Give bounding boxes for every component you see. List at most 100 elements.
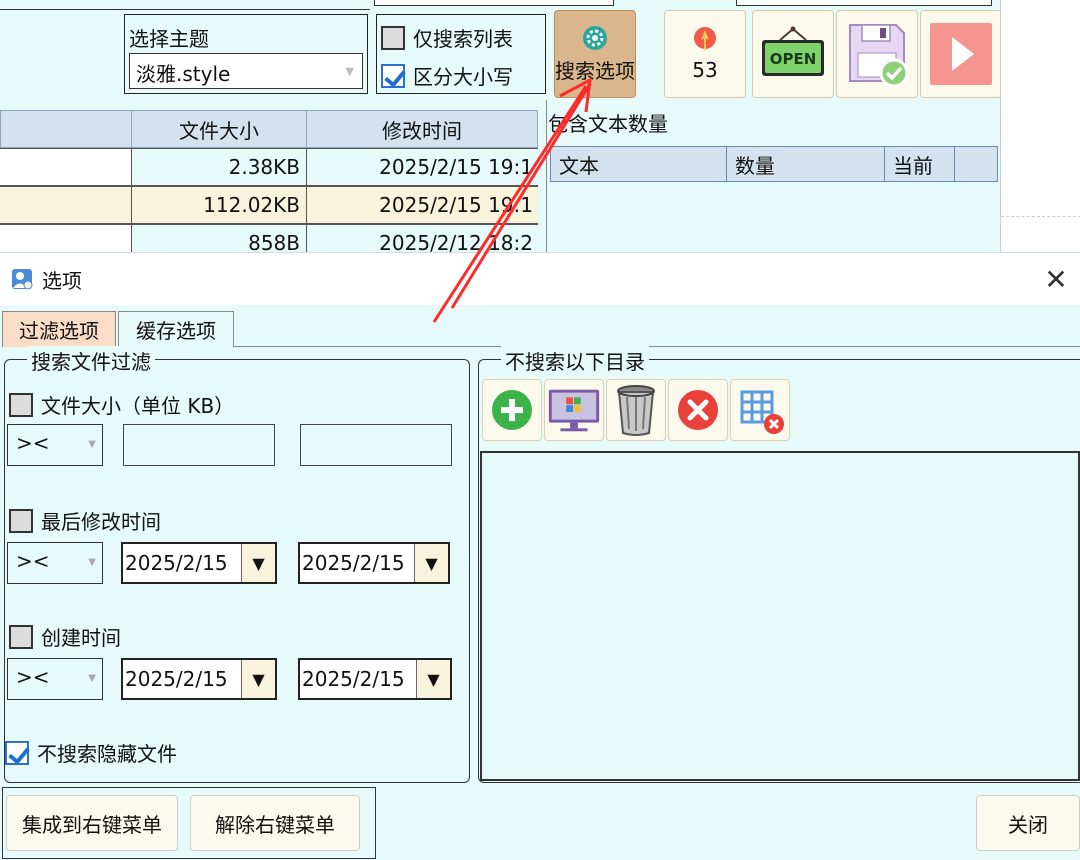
add-icon <box>492 390 532 430</box>
table-cell-size: 112.02KB <box>131 186 307 224</box>
search-options-button[interactable]: 搜索选项 <box>554 10 636 98</box>
file-table: 文件大小 修改时间 2.38KB 2025/2/15 19:1 112.02KB… <box>0 110 538 255</box>
list-only-label: 仅搜索列表 <box>413 27 513 51</box>
skip-hidden-option[interactable]: 不搜索隐藏文件 <box>5 738 177 767</box>
delete-dir-button[interactable] <box>668 379 728 441</box>
modified-to-value: 2025/2/15 <box>302 551 405 575</box>
calendar-dropdown-icon[interactable]: ▼ <box>416 660 450 698</box>
file-size-option[interactable]: 文件大小（单位 KB） <box>9 390 234 419</box>
modified-operator-select[interactable]: >< ▼ <box>7 542 103 584</box>
table-cell-mtime: 2025/2/15 19:1 <box>306 148 538 186</box>
created-time-label: 创建时间 <box>41 626 121 650</box>
modified-time-label: 最后修改时间 <box>41 510 161 534</box>
count-panel-title: 包含文本数量 <box>548 112 668 136</box>
created-to-value: 2025/2/15 <box>302 667 405 691</box>
case-sensitive-option[interactable]: 区分大小写 <box>381 61 513 90</box>
file-size-checkbox[interactable] <box>9 392 33 417</box>
table-header-mtime[interactable]: 修改时间 <box>306 110 538 148</box>
search-flags-group: 仅搜索列表 区分大小写 <box>376 14 546 94</box>
chevron-down-icon: ▼ <box>88 557 96 568</box>
table-cell-size: 858B <box>131 224 307 255</box>
top-input <box>374 0 614 6</box>
add-dir-button[interactable] <box>482 379 542 441</box>
search-options-label: 搜索选项 <box>555 58 635 83</box>
case-sensitive-checkbox[interactable] <box>381 63 405 88</box>
clear-table-icon <box>740 390 784 434</box>
dialog-title: 选项 <box>42 268 82 293</box>
calendar-dropdown-icon[interactable]: ▼ <box>241 660 275 698</box>
exclude-dirs-legend: 不搜索以下目录 <box>501 346 649 375</box>
created-time-checkbox[interactable] <box>9 624 33 649</box>
run-button[interactable] <box>920 10 1002 98</box>
list-only-checkbox[interactable] <box>381 25 405 50</box>
skip-hidden-label: 不搜索隐藏文件 <box>37 742 177 766</box>
table-header-size[interactable]: 文件大小 <box>131 110 307 148</box>
tab-divider <box>234 346 1080 347</box>
divider <box>1001 216 1080 217</box>
dialog-titlebar[interactable]: 选项 ✕ <box>0 253 1080 305</box>
file-size-operator-select[interactable]: >< ▼ <box>7 424 103 466</box>
count-value: 53 <box>692 58 718 82</box>
table-cell-size: 2.38KB <box>131 148 307 186</box>
file-size-max-input[interactable] <box>300 424 452 466</box>
theme-group: 选择主题 淡雅.style ▼ <box>124 14 368 94</box>
modified-to-date[interactable]: 2025/2/15 ▼ <box>298 542 450 584</box>
file-size-label: 文件大小（单位 KB） <box>41 394 235 418</box>
modified-time-option[interactable]: 最后修改时间 <box>9 506 161 535</box>
options-dialog: 选项 ✕ 过滤选项 缓存选项 搜索文件过滤 文件大小（单位 KB） >< ▼ 最… <box>0 252 1080 860</box>
table-row[interactable] <box>0 224 132 255</box>
list-only-option[interactable]: 仅搜索列表 <box>381 23 513 52</box>
count-header-text[interactable]: 文本 <box>550 146 728 182</box>
file-size-operator: >< <box>16 431 50 455</box>
theme-value: 淡雅.style <box>136 62 231 86</box>
excluded-dirs-list[interactable] <box>480 451 1080 781</box>
recycle-bin-button[interactable] <box>606 379 666 441</box>
created-operator: >< <box>16 665 50 689</box>
modified-time-checkbox[interactable] <box>9 508 33 533</box>
table-row[interactable] <box>0 148 132 186</box>
count-header-count[interactable]: 数量 <box>726 146 886 182</box>
close-icon[interactable]: ✕ <box>1038 261 1074 297</box>
open-button[interactable]: OPEN <box>752 10 834 98</box>
table-row[interactable] <box>0 186 132 224</box>
monitor-icon <box>548 389 600 432</box>
system-dirs-button[interactable] <box>544 379 604 441</box>
theme-label: 选择主题 <box>129 27 209 51</box>
created-to-date[interactable]: 2025/2/15 ▼ <box>298 658 452 700</box>
close-button[interactable]: 关闭 <box>976 795 1080 851</box>
case-sensitive-label: 区分大小写 <box>413 65 513 89</box>
floppy-disk-icon <box>849 24 909 88</box>
file-filter-group: 搜索文件过滤 文件大小（单位 KB） >< ▼ 最后修改时间 >< ▼ 2025… <box>4 346 470 783</box>
table-header-name[interactable] <box>0 110 132 148</box>
file-size-min-input[interactable] <box>123 424 275 466</box>
desktop-area <box>1000 0 1080 255</box>
tab-cache-options[interactable]: 缓存选项 <box>118 311 234 347</box>
count-button[interactable]: 53 <box>664 10 746 98</box>
count-header-current[interactable]: 当前 <box>884 146 956 182</box>
calendar-dropdown-icon[interactable]: ▼ <box>414 544 448 582</box>
remove-context-menu-button[interactable]: 解除右键菜单 <box>190 795 360 851</box>
file-filter-legend: 搜索文件过滤 <box>27 346 155 375</box>
open-sign-icon: OPEN <box>762 26 824 76</box>
top-input-2 <box>736 0 992 6</box>
created-from-date[interactable]: 2025/2/15 ▼ <box>121 658 277 700</box>
delete-icon <box>678 390 718 430</box>
theme-select[interactable]: 淡雅.style ▼ <box>129 53 363 89</box>
save-button[interactable] <box>836 10 918 98</box>
clear-list-button[interactable] <box>730 379 790 441</box>
created-time-option[interactable]: 创建时间 <box>9 622 121 651</box>
count-header-extra[interactable] <box>954 146 998 182</box>
modified-from-value: 2025/2/15 <box>125 551 228 575</box>
chevron-down-icon: ▼ <box>88 673 96 684</box>
play-icon <box>930 23 992 85</box>
integrate-context-menu-button[interactable]: 集成到右键菜单 <box>6 795 178 851</box>
tab-filter-options[interactable]: 过滤选项 <box>2 311 116 347</box>
gear-icon <box>583 25 607 50</box>
calendar-dropdown-icon[interactable]: ▼ <box>241 544 275 582</box>
created-operator-select[interactable]: >< ▼ <box>7 658 103 700</box>
modified-operator: >< <box>16 549 50 573</box>
skip-hidden-checkbox[interactable] <box>5 740 29 765</box>
main-window: 选择主题 淡雅.style ▼ 仅搜索列表 区分大小写 搜索选项 53 OPEN… <box>0 0 1002 255</box>
created-from-value: 2025/2/15 <box>125 667 228 691</box>
modified-from-date[interactable]: 2025/2/15 ▼ <box>121 542 277 584</box>
